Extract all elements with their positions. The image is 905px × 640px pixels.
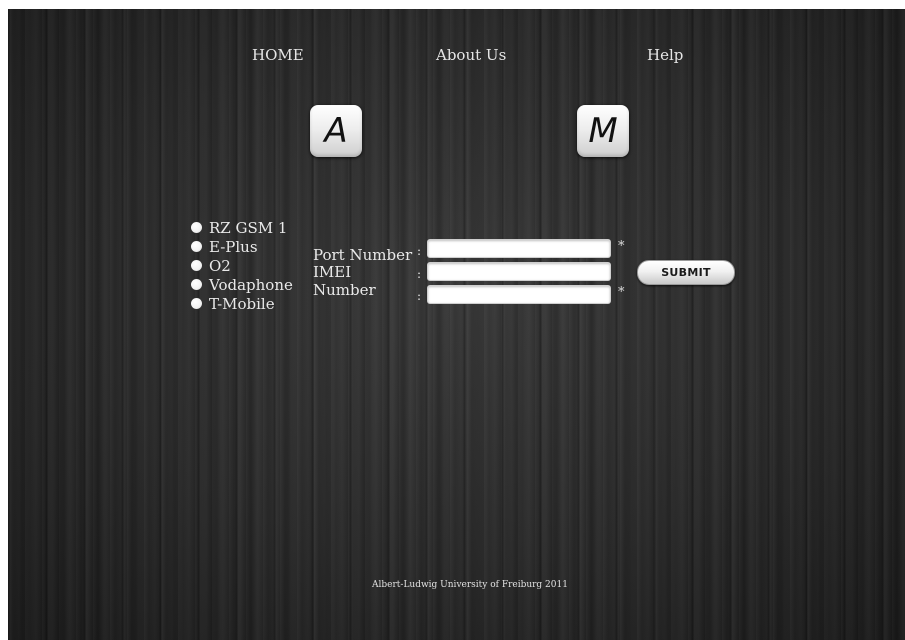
logo-a-letter: A [324,111,348,151]
radio-label: E-Plus [209,237,258,256]
nav-link-home[interactable]: HOME [252,46,304,64]
port-number-input[interactable] [427,239,611,258]
provider-radio-group: RZ GSM 1 E-Plus O2 Vodaphone T-Mobile [191,218,293,313]
radio-button[interactable] [191,260,202,271]
number-required-mark: * [618,285,625,300]
radio-button[interactable] [191,279,202,290]
nav-link-help[interactable]: Help [647,46,683,64]
number-input[interactable] [427,285,611,304]
port-required-mark: * [618,239,625,254]
port-number-label: Port Number [313,246,413,264]
number-colon: : [417,289,422,303]
submit-button[interactable]: SUBMIT [637,260,735,285]
nav-link-about-us[interactable]: About Us [436,46,506,64]
port-colon: : [417,244,422,258]
radio-option-rz-gsm-1[interactable]: RZ GSM 1 [191,218,293,237]
radio-label: Vodaphone [209,275,293,294]
logo-a-tile: A [310,105,362,157]
imei-input[interactable] [427,262,611,281]
radio-button[interactable] [191,241,202,252]
radio-option-t-mobile[interactable]: T-Mobile [191,294,293,313]
page-background: HOME About Us Help A M RZ GSM 1 E-Plus O… [8,9,905,640]
radio-label: RZ GSM 1 [209,218,288,237]
imei-label: IMEI [313,263,352,281]
radio-option-o2[interactable]: O2 [191,256,293,275]
logo-m-letter: M [588,111,618,151]
imei-colon: : [417,267,422,281]
radio-label: O2 [209,256,231,275]
radio-option-e-plus[interactable]: E-Plus [191,237,293,256]
radio-label: T-Mobile [209,294,275,313]
radio-option-vodaphone[interactable]: Vodaphone [191,275,293,294]
footer-copyright: Albert-Ludwig University of Freiburg 201… [372,580,568,590]
number-label: Number [313,281,376,299]
radio-button[interactable] [191,222,202,233]
logo-m-tile: M [577,105,629,157]
radio-button[interactable] [191,298,202,309]
